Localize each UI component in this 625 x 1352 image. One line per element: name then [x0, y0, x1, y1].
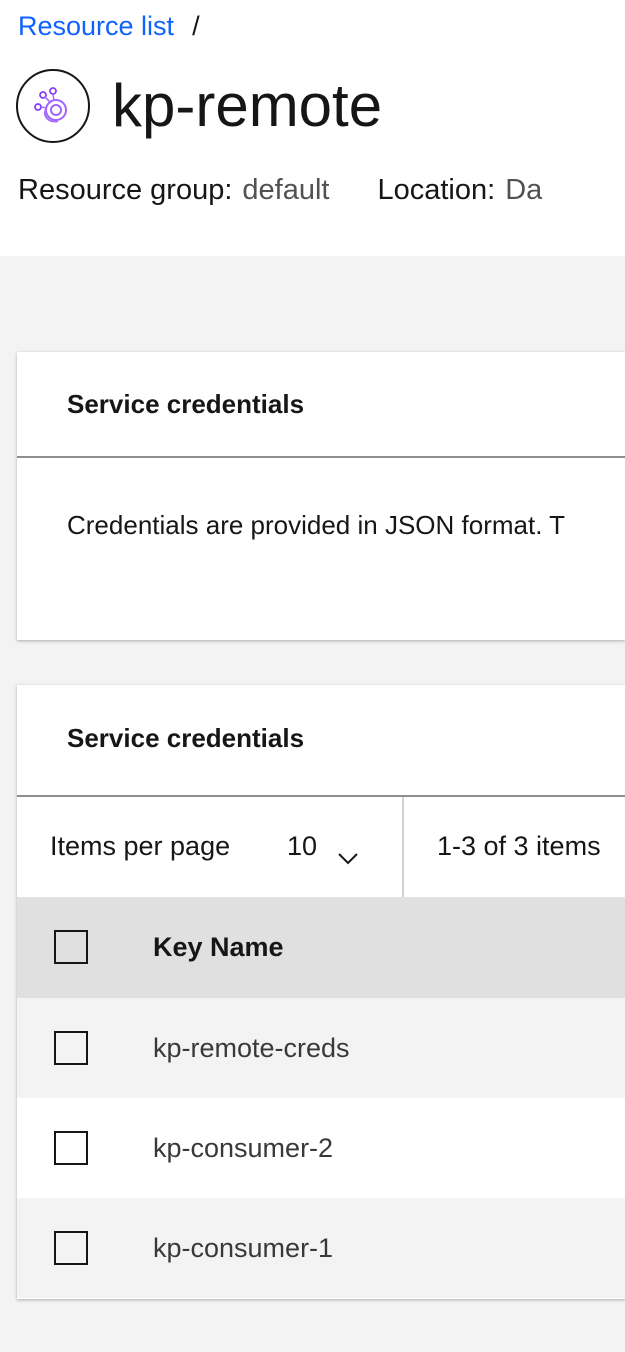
info-card-title: Service credentials — [67, 389, 305, 419]
table-header-row: Key Name — [17, 897, 625, 998]
row-checkbox[interactable] — [54, 1231, 88, 1265]
table-row[interactable]: kp-consumer-1 — [17, 1198, 625, 1298]
breadcrumb: Resource list / — [18, 8, 200, 44]
title-row: kp-remote — [16, 66, 382, 146]
pagination-divider — [402, 797, 404, 897]
resource-group-meta: Resource group: default — [18, 174, 329, 206]
resource-group-value: default — [242, 174, 330, 206]
key-name-cell: kp-consumer-1 — [153, 1233, 334, 1263]
pagination-range: 1-3 of 3 items — [437, 831, 601, 861]
location-meta: Location: Da — [377, 174, 542, 206]
select-all-checkbox[interactable] — [54, 930, 88, 964]
pagination-bar: Items per page 10 1-3 of 3 items — [17, 797, 625, 897]
service-credentials-info-card: Service credentials Credentials are prov… — [17, 352, 625, 640]
table-row[interactable]: kp-consumer-2 — [17, 1098, 625, 1198]
page-title: kp-remote — [112, 72, 383, 139]
resource-group-label: Resource group: — [18, 174, 233, 206]
items-per-page-label: Items per page — [50, 831, 231, 861]
key-name-cell: kp-remote-creds — [153, 1033, 350, 1063]
page-header: Resource list / kp-remote Resource group:… — [0, 0, 625, 256]
row-checkbox[interactable] — [54, 1131, 88, 1165]
chevron-down-icon — [337, 839, 359, 865]
table-row[interactable]: kp-remote-creds — [17, 998, 625, 1098]
resource-meta-row: Resource group: default Location: Da — [18, 170, 542, 210]
info-card-divider — [17, 456, 625, 458]
table-card-title: Service credentials — [67, 723, 305, 753]
location-value: Da — [505, 174, 543, 206]
info-card-description: Credentials are provided in JSON format.… — [67, 510, 566, 540]
column-header-key-name[interactable]: Key Name — [153, 929, 284, 965]
event-streams-service-icon — [16, 69, 90, 143]
key-name-cell: kp-consumer-2 — [153, 1133, 334, 1163]
row-checkbox[interactable] — [54, 1031, 88, 1065]
service-credentials-table-card: Service credentials Items per page 10 1-… — [17, 685, 625, 1299]
location-label: Location: — [377, 174, 496, 206]
items-per-page-value: 10 — [287, 831, 318, 861]
breadcrumb-separator: / — [192, 11, 200, 41]
main-content: Service credentials Credentials are prov… — [0, 256, 625, 1352]
items-per-page-select[interactable]: 10 — [287, 828, 359, 865]
breadcrumb-resource-list-link[interactable]: Resource list — [18, 11, 174, 41]
